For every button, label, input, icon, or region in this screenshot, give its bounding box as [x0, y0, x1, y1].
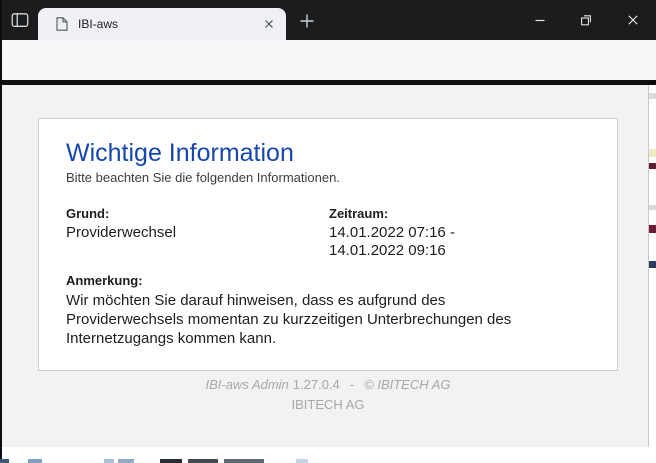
page-background: Wichtige Information Bitte beachten Sie …: [2, 85, 648, 447]
tab-title: IBI-aws: [78, 17, 118, 31]
new-tab-button[interactable]: [299, 13, 315, 29]
browser-tab[interactable]: IBI-aws: [38, 8, 286, 40]
footer-copyright: © IBITECH AG: [364, 377, 450, 392]
viewport-bottom-strip: [2, 447, 656, 459]
footer-app-name: IBI-aws Admin: [205, 377, 288, 392]
background-window-sliver-bottom: [0, 459, 656, 463]
period-value-line2: 14.01.2022 09:16: [329, 242, 455, 260]
note-field: Anmerkung: Wir möchten Sie darauf hinwei…: [66, 273, 590, 348]
window-close-button[interactable]: [617, 5, 649, 35]
period-field: Zeitraum: 14.01.2022 07:16 - 14.01.2022 …: [329, 206, 455, 260]
browser-toolbar: Datei | C:/Users/ibi/AppDa...: [0, 40, 656, 80]
footer-line1: IBI-aws Admin 1.27.0.4-© IBITECH AG: [38, 377, 618, 392]
footer-separator: -: [350, 377, 354, 392]
footer-version: 1.27.0.4: [293, 377, 340, 392]
background-window-sliver-right: [649, 85, 656, 447]
info-fields-row: Grund: Providerwechsel Zeitraum: 14.01.2…: [66, 206, 590, 260]
note-text: Wir möchten Sie darauf hinweisen, dass e…: [66, 291, 561, 348]
browser-window: IBI-aws: [0, 0, 656, 463]
reason-value: Providerwechsel: [66, 224, 329, 242]
tab-actions-menu-icon[interactable]: [10, 10, 30, 30]
page-footer: IBI-aws Admin 1.27.0.4-© IBITECH AG IBITE…: [38, 377, 618, 412]
period-label: Zeitraum:: [329, 206, 455, 221]
titlebar: IBI-aws: [0, 0, 656, 40]
window-restore-button[interactable]: [570, 5, 602, 35]
reason-label: Grund:: [66, 206, 329, 221]
reason-field: Grund: Providerwechsel: [66, 206, 329, 260]
note-label: Anmerkung:: [66, 273, 590, 288]
page-title: Wichtige Information: [66, 139, 590, 167]
period-value-line1: 14.01.2022 07:16 -: [329, 224, 455, 242]
tab-close-icon[interactable]: [262, 17, 276, 31]
footer-company: IBITECH AG: [38, 397, 618, 412]
window-minimize-button[interactable]: [524, 5, 556, 35]
window-left-border: [0, 0, 2, 459]
page-subtitle: Bitte beachten Sie die folgenden Informa…: [66, 170, 590, 185]
document-icon: [56, 17, 68, 31]
info-card: Wichtige Information Bitte beachten Sie …: [38, 118, 618, 371]
